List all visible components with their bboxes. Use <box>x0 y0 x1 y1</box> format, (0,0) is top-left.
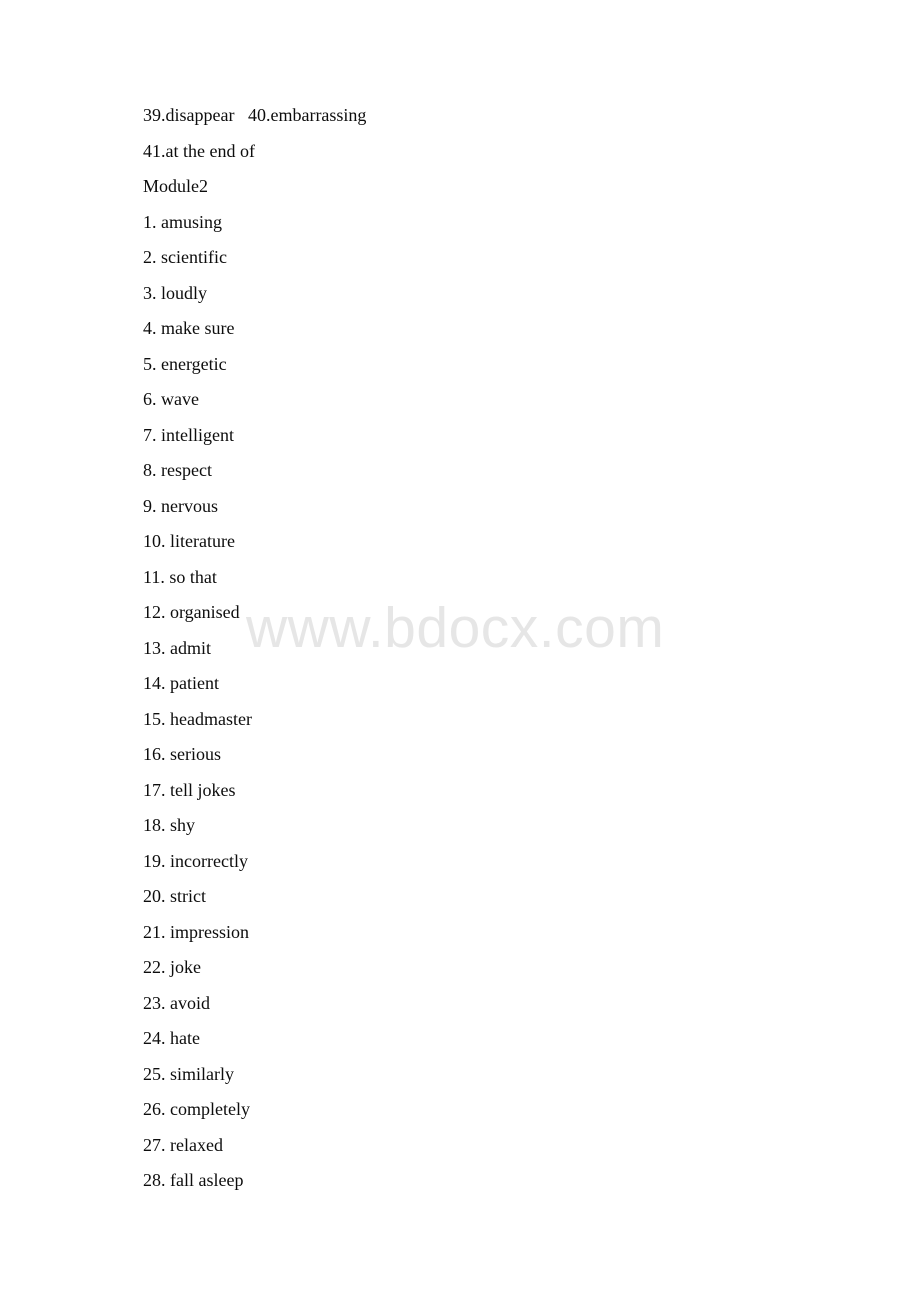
item-11: 11. so that <box>143 566 217 587</box>
item-9: 9. nervous <box>143 495 218 516</box>
item-1: 1. amusing <box>143 211 222 232</box>
item-28: 28. fall asleep <box>143 1170 244 1190</box>
item-27: 27. relaxed <box>143 1134 223 1155</box>
item-3: 3. loudly <box>143 282 208 303</box>
item-7: 7. intelligent <box>143 424 234 445</box>
item-10: 10. literature <box>143 531 235 551</box>
item-18: 18. shy <box>143 815 196 835</box>
item-16: 16. serious <box>143 744 221 764</box>
item-8: 8. respect <box>143 460 212 480</box>
item-2: 2. scientific <box>143 247 227 267</box>
item-24: 24. hate <box>143 1028 200 1048</box>
item-26: 26. completely <box>143 1099 250 1119</box>
line-39-40: 39.disappear 40.embarrassing <box>143 105 367 125</box>
document-text-body: 39.disappear 40.embarrassing 41.at the en… <box>0 0 920 1199</box>
item-21: 21. impression <box>143 921 249 942</box>
item-6: 6. wave <box>143 389 199 409</box>
item-20: 20. strict <box>143 886 206 906</box>
document-page: www.bdocx.com 39.disappear 40.embarrassi… <box>0 0 920 1302</box>
item-4: 4. make sure <box>143 318 235 338</box>
item-22: 22. joke <box>143 957 201 977</box>
item-15: 15. headmaster <box>143 708 252 729</box>
item-13: 13. admit <box>143 637 211 658</box>
item-23: 23. avoid <box>143 992 210 1013</box>
module-heading: Module2 <box>143 176 208 196</box>
line-41: 41.at the end of <box>143 140 255 161</box>
item-14: 14. patient <box>143 673 219 693</box>
item-25: 25. similarly <box>143 1063 234 1084</box>
item-12: 12. organised <box>143 602 240 622</box>
item-17: 17. tell jokes <box>143 779 236 800</box>
item-5: 5. energetic <box>143 353 227 374</box>
item-19: 19. incorrectly <box>143 850 248 871</box>
